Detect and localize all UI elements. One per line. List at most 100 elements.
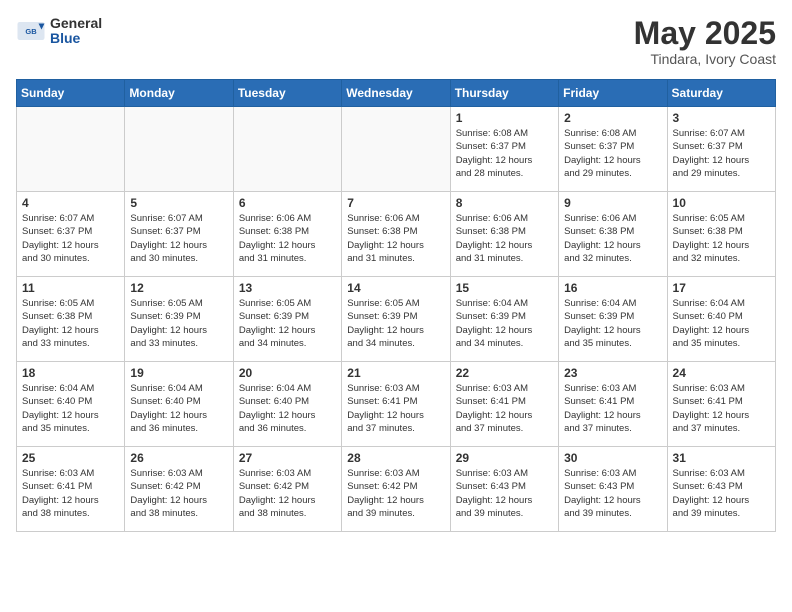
week-row-4: 18 Sunrise: 6:04 AM Sunset: 6:40 PM Dayli… [17, 362, 776, 447]
day-cell [125, 107, 233, 192]
day-cell: 3 Sunrise: 6:07 AM Sunset: 6:37 PM Daylig… [667, 107, 775, 192]
day-cell: 19 Sunrise: 6:04 AM Sunset: 6:40 PM Dayli… [125, 362, 233, 447]
day-cell: 31 Sunrise: 6:03 AM Sunset: 6:43 PM Dayli… [667, 447, 775, 532]
day-cell: 15Sunrise: 6:04 AM Sunset: 6:39 PM Dayli… [450, 277, 558, 362]
day-cell: 18 Sunrise: 6:04 AM Sunset: 6:40 PM Dayli… [17, 362, 125, 447]
day-number: 10 [673, 196, 770, 210]
day-number: 12 [130, 281, 227, 295]
week-row-3: 11 Sunrise: 6:05 AM Sunset: 6:38 PM Dayli… [17, 277, 776, 362]
page-header: GB General Blue May 2025 Tindara, Ivory … [16, 16, 776, 67]
day-cell [342, 107, 450, 192]
day-cell: 22 Sunrise: 6:03 AM Sunset: 6:41 PM Dayli… [450, 362, 558, 447]
day-info: Sunrise: 6:03 AM Sunset: 6:41 PM Dayligh… [22, 467, 119, 520]
day-number: 19 [130, 366, 227, 380]
day-info: Sunrise: 6:03 AM Sunset: 6:42 PM Dayligh… [347, 467, 444, 520]
logo-blue: Blue [50, 31, 102, 46]
day-number: 23 [564, 366, 661, 380]
day-info: Sunrise: 6:03 AM Sunset: 6:41 PM Dayligh… [347, 382, 444, 435]
day-cell: 17Sunrise: 6:04 AM Sunset: 6:40 PM Dayli… [667, 277, 775, 362]
day-number: 28 [347, 451, 444, 465]
day-number: 29 [456, 451, 553, 465]
day-number: 5 [130, 196, 227, 210]
day-info: Sunrise: 6:06 AM Sunset: 6:38 PM Dayligh… [347, 212, 444, 265]
day-number: 4 [22, 196, 119, 210]
day-number: 6 [239, 196, 336, 210]
day-info: Sunrise: 6:05 AM Sunset: 6:39 PM Dayligh… [239, 297, 336, 350]
title-block: May 2025 Tindara, Ivory Coast [634, 16, 776, 67]
day-info: Sunrise: 6:03 AM Sunset: 6:43 PM Dayligh… [456, 467, 553, 520]
day-cell: 11 Sunrise: 6:05 AM Sunset: 6:38 PM Dayli… [17, 277, 125, 362]
day-number: 25 [22, 451, 119, 465]
day-info: Sunrise: 6:03 AM Sunset: 6:42 PM Dayligh… [130, 467, 227, 520]
day-info: Sunrise: 6:05 AM Sunset: 6:38 PM Dayligh… [22, 297, 119, 350]
weekday-header-row: SundayMondayTuesdayWednesdayThursdayFrid… [17, 80, 776, 107]
day-number: 31 [673, 451, 770, 465]
logo-icon: GB [16, 16, 46, 46]
weekday-header-saturday: Saturday [667, 80, 775, 107]
day-number: 30 [564, 451, 661, 465]
day-cell: 12 Sunrise: 6:05 AM Sunset: 6:39 PM Dayli… [125, 277, 233, 362]
day-info: Sunrise: 6:04 AM Sunset: 6:40 PM Dayligh… [22, 382, 119, 435]
day-cell: 25 Sunrise: 6:03 AM Sunset: 6:41 PM Dayli… [17, 447, 125, 532]
week-row-5: 25 Sunrise: 6:03 AM Sunset: 6:41 PM Dayli… [17, 447, 776, 532]
day-number: 3 [673, 111, 770, 125]
day-info: Sunrise: 6:04 AM Sunset: 6:39 PM Dayligh… [456, 297, 553, 350]
weekday-header-friday: Friday [559, 80, 667, 107]
day-cell: 27Sunrise: 6:03 AM Sunset: 6:42 PM Dayli… [233, 447, 341, 532]
day-number: 21 [347, 366, 444, 380]
day-cell: 20Sunrise: 6:04 AM Sunset: 6:40 PM Dayli… [233, 362, 341, 447]
week-row-1: 1 Sunrise: 6:08 AM Sunset: 6:37 PM Daylig… [17, 107, 776, 192]
logo: GB General Blue [16, 16, 102, 47]
day-number: 26 [130, 451, 227, 465]
day-number: 18 [22, 366, 119, 380]
day-info: Sunrise: 6:04 AM Sunset: 6:40 PM Dayligh… [130, 382, 227, 435]
day-info: Sunrise: 6:07 AM Sunset: 6:37 PM Dayligh… [22, 212, 119, 265]
weekday-header-monday: Monday [125, 80, 233, 107]
month-year-title: May 2025 [634, 16, 776, 51]
day-info: Sunrise: 6:04 AM Sunset: 6:39 PM Dayligh… [564, 297, 661, 350]
day-cell: 6 Sunrise: 6:06 AM Sunset: 6:38 PM Daylig… [233, 192, 341, 277]
day-info: Sunrise: 6:05 AM Sunset: 6:39 PM Dayligh… [130, 297, 227, 350]
day-number: 8 [456, 196, 553, 210]
day-number: 11 [22, 281, 119, 295]
day-info: Sunrise: 6:07 AM Sunset: 6:37 PM Dayligh… [130, 212, 227, 265]
day-number: 7 [347, 196, 444, 210]
day-info: Sunrise: 6:07 AM Sunset: 6:37 PM Dayligh… [673, 127, 770, 180]
day-info: Sunrise: 6:03 AM Sunset: 6:43 PM Dayligh… [564, 467, 661, 520]
day-info: Sunrise: 6:03 AM Sunset: 6:42 PM Dayligh… [239, 467, 336, 520]
day-cell: 5 Sunrise: 6:07 AM Sunset: 6:37 PM Daylig… [125, 192, 233, 277]
day-cell: 16 Sunrise: 6:04 AM Sunset: 6:39 PM Dayli… [559, 277, 667, 362]
day-cell: 8 Sunrise: 6:06 AM Sunset: 6:38 PM Daylig… [450, 192, 558, 277]
day-number: 17 [673, 281, 770, 295]
day-cell: 26 Sunrise: 6:03 AM Sunset: 6:42 PM Dayli… [125, 447, 233, 532]
day-cell: 1 Sunrise: 6:08 AM Sunset: 6:37 PM Daylig… [450, 107, 558, 192]
day-number: 16 [564, 281, 661, 295]
day-info: Sunrise: 6:03 AM Sunset: 6:41 PM Dayligh… [564, 382, 661, 435]
weekday-header-sunday: Sunday [17, 80, 125, 107]
day-number: 22 [456, 366, 553, 380]
calendar-table: SundayMondayTuesdayWednesdayThursdayFrid… [16, 79, 776, 532]
day-cell: 28 Sunrise: 6:03 AM Sunset: 6:42 PM Dayli… [342, 447, 450, 532]
weekday-header-tuesday: Tuesday [233, 80, 341, 107]
day-number: 9 [564, 196, 661, 210]
day-info: Sunrise: 6:06 AM Sunset: 6:38 PM Dayligh… [564, 212, 661, 265]
day-cell: 24Sunrise: 6:03 AM Sunset: 6:41 PM Dayli… [667, 362, 775, 447]
day-info: Sunrise: 6:03 AM Sunset: 6:43 PM Dayligh… [673, 467, 770, 520]
day-cell [233, 107, 341, 192]
day-cell: 9 Sunrise: 6:06 AM Sunset: 6:38 PM Daylig… [559, 192, 667, 277]
day-info: Sunrise: 6:08 AM Sunset: 6:37 PM Dayligh… [564, 127, 661, 180]
day-cell: 7 Sunrise: 6:06 AM Sunset: 6:38 PM Daylig… [342, 192, 450, 277]
day-info: Sunrise: 6:05 AM Sunset: 6:38 PM Dayligh… [673, 212, 770, 265]
day-info: Sunrise: 6:06 AM Sunset: 6:38 PM Dayligh… [239, 212, 336, 265]
day-info: Sunrise: 6:08 AM Sunset: 6:37 PM Dayligh… [456, 127, 553, 180]
day-cell: 29 Sunrise: 6:03 AM Sunset: 6:43 PM Dayli… [450, 447, 558, 532]
day-info: Sunrise: 6:03 AM Sunset: 6:41 PM Dayligh… [456, 382, 553, 435]
logo-general: General [50, 16, 102, 31]
weekday-header-thursday: Thursday [450, 80, 558, 107]
day-info: Sunrise: 6:03 AM Sunset: 6:41 PM Dayligh… [673, 382, 770, 435]
day-number: 1 [456, 111, 553, 125]
day-info: Sunrise: 6:06 AM Sunset: 6:38 PM Dayligh… [456, 212, 553, 265]
day-number: 13 [239, 281, 336, 295]
day-number: 14 [347, 281, 444, 295]
day-cell [17, 107, 125, 192]
